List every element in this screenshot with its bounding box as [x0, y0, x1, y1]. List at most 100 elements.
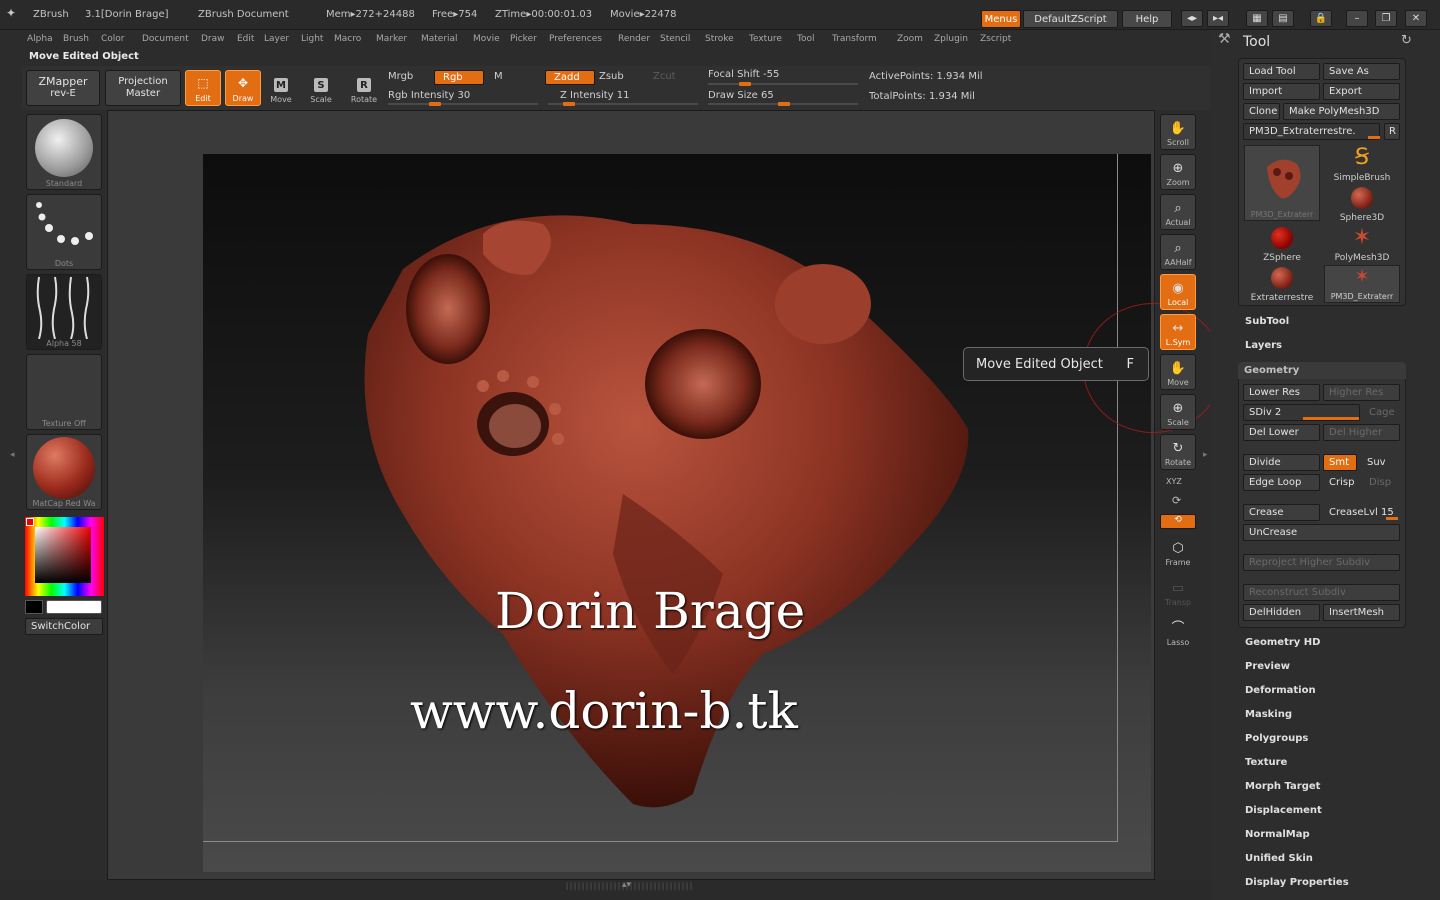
lock-icon[interactable]: 🔒 — [1310, 10, 1332, 27]
mrgb-toggle[interactable]: Mrgb — [388, 71, 413, 82]
right-tray-arrow-icon[interactable]: ▸ — [1203, 450, 1208, 460]
r-button[interactable]: R — [1384, 123, 1400, 140]
menu-tool[interactable]: Tool — [797, 34, 814, 44]
left-tray-arrow-icon[interactable]: ◂ — [10, 450, 15, 460]
brush-selector[interactable]: Standard — [26, 114, 102, 190]
menu-movie[interactable]: Movie — [473, 34, 500, 44]
menu-zplugin[interactable]: Zplugin — [934, 34, 968, 44]
rgb-intensity-slider[interactable] — [388, 102, 538, 106]
layers-section[interactable]: Layers — [1245, 340, 1282, 351]
rgb-toggle[interactable]: Rgb — [434, 70, 484, 85]
subtool-section[interactable]: SubTool — [1245, 316, 1289, 327]
menu-draw[interactable]: Draw — [201, 34, 225, 44]
display-properties-section[interactable]: Display Properties — [1245, 877, 1349, 888]
save-as-button[interactable]: Save As — [1323, 63, 1400, 80]
frame-button[interactable]: ⬡ Frame — [1160, 534, 1196, 570]
focal-shift-knob[interactable] — [739, 82, 751, 86]
menu-brush[interactable]: Brush — [63, 34, 89, 44]
y-axis-icon[interactable]: ⟳ — [1172, 494, 1181, 507]
tool-sphere3d[interactable]: Sphere3D — [1324, 185, 1400, 223]
load-tool-button[interactable]: Load Tool — [1243, 63, 1320, 80]
crisp-toggle[interactable]: Crisp — [1323, 474, 1360, 491]
normalmap-section[interactable]: NormalMap — [1245, 829, 1310, 840]
lsym-button[interactable]: ↔ L.Sym — [1160, 314, 1196, 350]
z-intensity-slider[interactable] — [548, 102, 698, 106]
rotate-tool-button[interactable]: R Rotate — [346, 70, 382, 106]
menu-material[interactable]: Material — [421, 34, 458, 44]
edit-tool-button[interactable]: ⬚ Edit — [185, 70, 221, 106]
edge-loop-button[interactable]: Edge Loop — [1243, 474, 1320, 491]
stroke-selector[interactable]: Dots — [26, 194, 102, 270]
rotate-view-button[interactable]: ↻ Rotate — [1160, 434, 1196, 470]
scroll-button[interactable]: ✋ Scroll — [1160, 114, 1196, 150]
menu-texture[interactable]: Texture — [749, 34, 782, 44]
menu-stroke[interactable]: Stroke — [705, 34, 734, 44]
default-zscript-button[interactable]: DefaultZScript — [1023, 10, 1118, 28]
menu-marker[interactable]: Marker — [376, 34, 407, 44]
menus-button[interactable]: Menus — [981, 10, 1021, 28]
tool-pm3d-extraterr[interactable]: ✶ PM3D_Extraterr — [1324, 265, 1400, 303]
layout-alt-icon[interactable]: ▤ — [1272, 10, 1294, 27]
zmapper-button[interactable]: ZMapper rev-E — [26, 70, 100, 106]
layout-icon[interactable]: ▦ — [1246, 10, 1268, 27]
divide-button[interactable]: Divide — [1243, 454, 1320, 471]
aahalf-button[interactable]: ⌕ AAHalf — [1160, 234, 1196, 270]
menu-light[interactable]: Light — [301, 34, 323, 44]
texture-section[interactable]: Texture — [1245, 757, 1287, 768]
minimize-icon[interactable]: – — [1346, 10, 1368, 27]
menu-alpha[interactable]: Alpha — [27, 34, 53, 44]
xyz-toggle[interactable]: XYZ — [1166, 477, 1182, 486]
del-lower-button[interactable]: Del Lower — [1243, 424, 1320, 441]
texture-selector[interactable]: Texture Off — [26, 354, 102, 430]
shrink-icon[interactable]: ◂▸ — [1181, 10, 1203, 27]
current-tool-slider-knob[interactable] — [1368, 136, 1380, 139]
deformation-section[interactable]: Deformation — [1245, 685, 1316, 696]
alpha-selector[interactable]: Alpha 58 — [26, 274, 102, 350]
tool-zsphere[interactable]: ZSphere — [1244, 225, 1320, 263]
tool-simplebrush[interactable]: Ꞩ SimpleBrush — [1324, 145, 1400, 183]
menu-stencil[interactable]: Stencil — [660, 34, 690, 44]
export-button[interactable]: Export — [1323, 83, 1400, 100]
preview-section[interactable]: Preview — [1245, 661, 1290, 672]
menu-render[interactable]: Render — [618, 34, 650, 44]
scale-view-button[interactable]: ⊕ Scale — [1160, 394, 1196, 430]
masking-section[interactable]: Masking — [1245, 709, 1292, 720]
reconstruct-button[interactable]: Reconstruct Subdiv — [1243, 584, 1400, 601]
tool-thumb-current[interactable]: PM3D_Extraterr — [1244, 145, 1320, 221]
menu-edit[interactable]: Edit — [237, 34, 254, 44]
scale-tool-button[interactable]: S Scale — [303, 70, 339, 106]
reproject-button[interactable]: Reproject Higher Subdiv — [1243, 554, 1400, 571]
projection-master-button[interactable]: Projection Master — [105, 70, 181, 106]
actual-button[interactable]: ⌕ Actual — [1160, 194, 1196, 230]
menu-zoom[interactable]: Zoom — [897, 34, 923, 44]
smt-toggle[interactable]: Smt — [1323, 454, 1357, 471]
zcut-toggle[interactable]: Zcut — [653, 71, 676, 82]
m-toggle[interactable]: M — [494, 71, 503, 82]
draw-size-knob[interactable] — [778, 102, 790, 106]
zadd-toggle[interactable]: Zadd — [545, 70, 595, 85]
geometry-hd-section[interactable]: Geometry HD — [1245, 637, 1320, 648]
move-view-button[interactable]: ✋ Move — [1160, 354, 1196, 390]
transp-button[interactable]: ▭ Transp — [1160, 574, 1196, 610]
draw-tool-button[interactable]: ✥ Draw — [225, 70, 261, 106]
lasso-button[interactable]: ⌒ Lasso — [1160, 614, 1196, 650]
morph-target-section[interactable]: Morph Target — [1245, 781, 1320, 792]
crease-level-knob[interactable] — [1386, 517, 1398, 520]
crease-button[interactable]: Crease — [1243, 504, 1320, 521]
delhidden-button[interactable]: DelHidden — [1243, 604, 1320, 621]
refresh-icon[interactable]: ↻ — [1401, 33, 1412, 48]
move-tool-button[interactable]: M Move — [263, 70, 299, 106]
cage-button[interactable]: Cage — [1363, 404, 1400, 421]
color-saturation-square[interactable] — [35, 527, 91, 583]
focal-shift-slider[interactable] — [708, 82, 858, 86]
secondary-color-swatch[interactable] — [25, 600, 43, 614]
lower-res-button[interactable]: Lower Res — [1243, 384, 1320, 401]
insertmesh-button[interactable]: InsertMesh — [1323, 604, 1400, 621]
color-picker[interactable] — [25, 517, 104, 596]
help-button[interactable]: Help — [1122, 10, 1172, 28]
menu-picker[interactable]: Picker — [510, 34, 537, 44]
draw-size-slider[interactable] — [708, 102, 858, 106]
menu-transform[interactable]: Transform — [832, 34, 877, 44]
menu-macro[interactable]: Macro — [334, 34, 361, 44]
del-higher-button[interactable]: Del Higher — [1323, 424, 1400, 441]
